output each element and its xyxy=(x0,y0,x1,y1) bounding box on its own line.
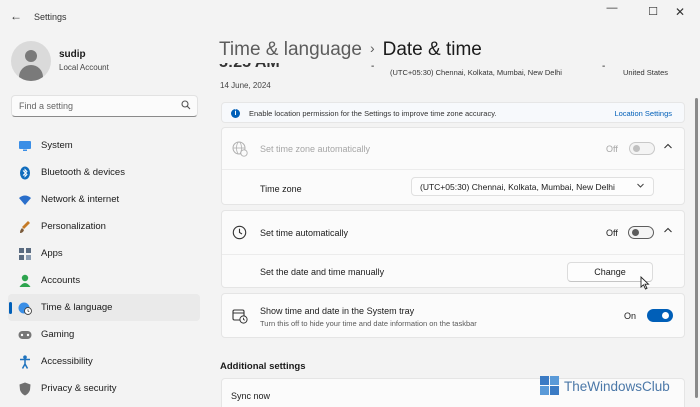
close-button[interactable]: ✕ xyxy=(670,5,690,19)
set-timezone-automatically-toggle[interactable] xyxy=(629,142,655,155)
calendar-clock-icon xyxy=(232,308,248,327)
clock-summary: 5:25 AM - (UTC+05:30) Chennai, Kolkata, … xyxy=(219,63,689,77)
timezone-selected-value: (UTC+05:30) Chennai, Kolkata, Mumbai, Ne… xyxy=(420,182,615,192)
search-input[interactable] xyxy=(12,96,172,116)
set-timezone-automatically-row[interactable]: Set time zone automatically Off xyxy=(222,128,684,169)
sidebar-item-label: Apps xyxy=(41,248,63,259)
mouse-cursor-icon xyxy=(640,275,650,293)
timezone-card: Set time zone automatically Off Time zon… xyxy=(221,127,685,205)
sidebar-item-label: Privacy & security xyxy=(41,383,117,394)
separator: - xyxy=(371,63,375,72)
gamepad-icon xyxy=(18,328,32,342)
sidebar-item-time-language[interactable]: Time & language xyxy=(8,294,200,321)
system-tray-description: Turn this off to hide your time and date… xyxy=(260,319,477,328)
system-tray-label: Show time and date in the System tray xyxy=(260,306,415,316)
additional-settings-heading: Additional settings xyxy=(220,361,306,372)
sidebar-item-label: Accounts xyxy=(41,275,81,286)
current-date: 14 June, 2024 xyxy=(220,81,271,90)
clock-icon xyxy=(232,225,247,243)
bluetooth-icon xyxy=(18,166,32,180)
system-tray-card: Show time and date in the System tray Tu… xyxy=(221,293,685,338)
user-name: sudip xyxy=(59,49,86,60)
sidebar-item-accessibility[interactable]: Accessibility xyxy=(8,348,200,375)
sidebar-item-network[interactable]: Network & internet xyxy=(8,186,200,213)
tray-toggle-state: On xyxy=(624,311,637,321)
sidebar-item-label: Gaming xyxy=(41,329,75,340)
location-info-banner: i Enable location permission for the Set… xyxy=(221,102,685,123)
time-toggle-state: Off xyxy=(606,228,618,238)
chevron-down-icon xyxy=(636,181,645,192)
timezone-toggle-state: Off xyxy=(606,144,618,154)
sidebar-item-apps[interactable]: Apps xyxy=(8,240,200,267)
back-button[interactable]: ← xyxy=(10,9,22,23)
wifi-icon xyxy=(18,193,32,207)
system-tray-toggle[interactable] xyxy=(647,309,673,322)
page-title: Time & language › Date & time xyxy=(219,39,482,61)
breadcrumb-current: Date & time xyxy=(382,39,482,60)
minimize-button[interactable]: — xyxy=(602,2,622,14)
breadcrumb-parent[interactable]: Time & language xyxy=(219,39,362,60)
collapse-chevron-icon[interactable] xyxy=(663,225,673,238)
brush-icon xyxy=(18,220,32,234)
avatar xyxy=(11,41,51,81)
sidebar-item-gaming[interactable]: Gaming xyxy=(8,321,200,348)
current-timezone: (UTC+05:30) Chennai, Kolkata, Mumbai, Ne… xyxy=(390,68,562,77)
globe-sync-icon xyxy=(232,141,248,160)
current-time: 5:25 AM xyxy=(219,63,280,72)
breadcrumb-separator: › xyxy=(369,40,375,56)
location-settings-link[interactable]: Location Settings xyxy=(614,109,672,118)
set-time-card: Set time automatically Off Set the date … xyxy=(221,210,685,288)
timezone-label: Time zone xyxy=(260,184,302,194)
timezone-row: Time zone (UTC+05:30) Chennai, Kolkata, … xyxy=(222,170,684,206)
sidebar-item-label: Network & internet xyxy=(41,194,120,205)
sidebar-item-label: Personalization xyxy=(41,221,106,232)
search-box[interactable] xyxy=(11,95,198,117)
sidebar-item-label: Bluetooth & devices xyxy=(41,167,125,178)
manual-time-label: Set the date and time manually xyxy=(260,267,385,277)
sidebar-item-label: System xyxy=(41,140,73,151)
sidebar-item-personalization[interactable]: Personalization xyxy=(8,213,200,240)
sidebar-item-bluetooth[interactable]: Bluetooth & devices xyxy=(8,159,200,186)
sync-now-label: Sync now xyxy=(231,391,271,401)
sidebar-item-system[interactable]: System xyxy=(8,132,200,159)
watermark-text: TheWindowsClub xyxy=(564,378,670,394)
sidebar-item-accounts[interactable]: Accounts xyxy=(8,267,200,294)
set-time-automatically-toggle[interactable] xyxy=(628,226,654,239)
collapse-chevron-icon[interactable] xyxy=(663,141,673,154)
person-icon xyxy=(18,274,32,288)
shield-icon xyxy=(18,382,32,396)
monitor-icon xyxy=(18,139,32,153)
sidebar-nav: System Bluetooth & devices Network & int… xyxy=(8,132,200,402)
watermark: TheWindowsClub xyxy=(540,375,670,397)
manual-time-row: Set the date and time manually Change xyxy=(222,255,684,289)
info-icon: i xyxy=(231,109,240,118)
sidebar-item-privacy[interactable]: Privacy & security xyxy=(8,375,200,402)
search-icon[interactable] xyxy=(181,100,191,112)
maximize-button[interactable]: ☐ xyxy=(643,5,663,18)
set-time-automatically-label: Set time automatically xyxy=(260,228,349,238)
sidebar-item-label: Time & language xyxy=(41,302,113,313)
apps-icon xyxy=(18,247,32,261)
accessibility-icon xyxy=(18,354,32,369)
timezone-dropdown[interactable]: (UTC+05:30) Chennai, Kolkata, Mumbai, Ne… xyxy=(411,177,654,196)
separator: - xyxy=(602,63,606,72)
scrollbar[interactable] xyxy=(695,98,698,398)
globe-clock-icon xyxy=(18,301,32,315)
windows-logo-icon xyxy=(540,376,560,396)
app-title: Settings xyxy=(34,12,67,22)
set-timezone-automatically-label: Set time zone automatically xyxy=(260,144,371,154)
current-region: United States xyxy=(623,68,669,77)
banner-text: Enable location permission for the Setti… xyxy=(249,109,497,118)
title-bar: ← Settings — ☐ ✕ xyxy=(0,0,700,32)
sidebar-item-label: Accessibility xyxy=(41,356,93,367)
set-time-automatically-row[interactable]: Set time automatically Off xyxy=(222,211,684,254)
account-type: Local Account xyxy=(59,63,109,72)
